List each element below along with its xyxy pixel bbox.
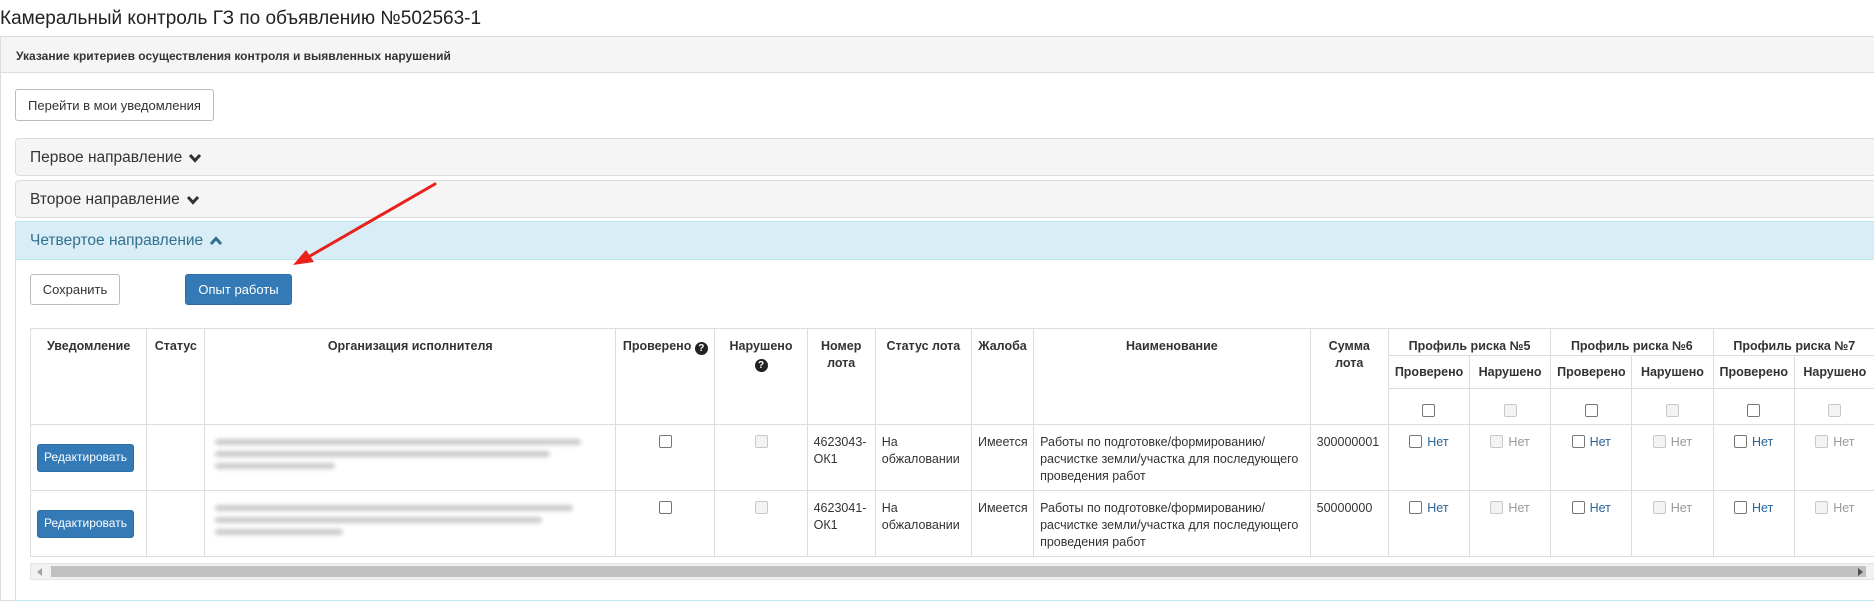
risk6-checked-toggle[interactable]: Нет — [1550, 490, 1633, 557]
horizontal-scrollbar[interactable] — [30, 563, 1874, 580]
accordion-second-direction[interactable]: Второе направление — [15, 180, 1874, 218]
header-risk-profile-7: Профиль риска №7 — [1712, 328, 1874, 356]
header-complaint: Жалоба — [970, 328, 1035, 425]
risk5-violated-all-checkbox — [1503, 403, 1517, 417]
status-cell — [146, 424, 206, 491]
risk6-checked-all-checkbox[interactable] — [1584, 403, 1598, 417]
complaint-cell: Имеется — [970, 490, 1035, 557]
lot-name-cell: Работы по подготовке/формированию/расчис… — [1033, 490, 1311, 557]
risk5-violated-toggle: Нет — [1468, 490, 1552, 557]
subheader-checked: Проверено — [1387, 355, 1470, 389]
chevron-down-icon — [186, 195, 199, 205]
question-circle-icon[interactable]: ? — [754, 359, 768, 372]
scroll-right-arrow-icon[interactable] — [1858, 568, 1863, 576]
question-circle-icon[interactable]: ? — [694, 342, 708, 355]
complaint-cell: Имеется — [970, 424, 1035, 491]
lot-amount-cell: 50000000 — [1309, 490, 1389, 557]
risk6-violated-all-checkbox — [1665, 403, 1679, 417]
table-row: Редактировать 4623041-ОК1 На обжаловании… — [29, 490, 1874, 557]
violated-checkbox — [754, 435, 768, 448]
risk5-violated-toggle: Нет — [1468, 424, 1552, 491]
chevron-up-icon — [210, 236, 223, 246]
executor-organization-cell — [204, 424, 617, 491]
risk5-checked-toggle[interactable]: Нет — [1387, 424, 1470, 491]
accordion-fourth-direction-header[interactable]: Четвертое направление — [16, 222, 1874, 260]
accordion-first-direction-label: Первое направление — [30, 149, 183, 166]
checked-checkbox[interactable] — [658, 501, 672, 514]
criteria-panel-header: Указание критериев осуществления контрол… — [1, 37, 1874, 73]
risk5-checked-toggle[interactable]: Нет — [1387, 490, 1470, 557]
header-risk-profile-6: Профиль риска №6 — [1550, 328, 1714, 356]
save-button[interactable]: Сохранить — [30, 274, 120, 305]
status-cell — [146, 490, 206, 557]
lot-number-cell: 4623041-ОК1 — [806, 490, 876, 557]
accordion-fourth-direction-label: Четвертое направление — [30, 232, 204, 249]
risk7-violated-toggle: Нет — [1793, 424, 1874, 491]
risk6-checked-toggle[interactable]: Нет — [1550, 424, 1633, 491]
subheader-violated: Нарушено — [1793, 355, 1874, 389]
header-status: Статус — [146, 328, 206, 425]
header-violated-label: Нарушено — [729, 339, 793, 353]
lot-status-cell: На обжаловании — [874, 424, 972, 491]
lots-table: Уведомление Статус Организация исполните… — [29, 328, 1874, 557]
header-name: Наименование — [1033, 328, 1311, 425]
header-risk-profile-5: Профиль риска №5 — [1387, 328, 1552, 356]
risk5-checked-all-checkbox[interactable] — [1422, 403, 1436, 417]
table-row: Редактировать 4623043-ОК1 На обжаловании… — [29, 424, 1874, 491]
lot-amount-cell: 300000001 — [1309, 424, 1389, 491]
subheader-checked: Проверено — [1712, 355, 1795, 389]
checked-checkbox[interactable] — [658, 435, 672, 448]
scroll-left-arrow-icon[interactable] — [37, 568, 42, 576]
accordion-first-direction[interactable]: Первое направление — [15, 138, 1874, 176]
subheader-violated: Нарушено — [1631, 355, 1714, 389]
chevron-down-icon — [189, 153, 202, 163]
scrollbar-thumb[interactable] — [51, 566, 1866, 577]
risk7-checked-all-checkbox[interactable] — [1747, 403, 1761, 417]
lot-number-cell: 4623043-ОК1 — [806, 424, 876, 491]
edit-button[interactable]: Редактировать — [37, 509, 134, 538]
header-notification: Уведомление — [29, 328, 148, 425]
risk6-violated-toggle: Нет — [1631, 490, 1714, 557]
edit-button[interactable]: Редактировать — [37, 443, 134, 472]
subheader-checked: Проверено — [1550, 355, 1633, 389]
risk7-checked-toggle[interactable]: Нет — [1712, 490, 1795, 557]
risk7-checked-toggle[interactable]: Нет — [1712, 424, 1795, 491]
header-violated: Нарушено ? — [714, 328, 808, 425]
subheader-violated: Нарушено — [1468, 355, 1552, 389]
work-experience-button[interactable]: Опыт работы — [185, 274, 292, 305]
accordion-second-direction-label: Второе направление — [30, 191, 180, 208]
header-lot-number: Номер лота — [806, 328, 876, 425]
risk7-violated-toggle: Нет — [1793, 490, 1874, 557]
executor-organization-cell — [204, 490, 617, 557]
page-title: Камеральный контроль ГЗ по объявлению №5… — [0, 8, 482, 29]
lot-status-cell: На обжаловании — [874, 490, 972, 557]
lot-name-cell: Работы по подготовке/формированию/расчис… — [1033, 424, 1311, 491]
header-executor-organization: Организация исполнителя — [204, 328, 617, 425]
go-to-notifications-button[interactable]: Перейти в мои уведомления — [15, 89, 214, 121]
header-lot-amount: Сумма лота — [1309, 328, 1389, 425]
header-checked-label: Проверено — [622, 339, 692, 353]
risk7-violated-all-checkbox — [1828, 403, 1842, 417]
violated-checkbox — [754, 501, 768, 514]
header-checked: Проверено ? — [615, 328, 716, 425]
header-lot-status: Статус лота — [874, 328, 972, 425]
risk6-violated-toggle: Нет — [1631, 424, 1714, 491]
